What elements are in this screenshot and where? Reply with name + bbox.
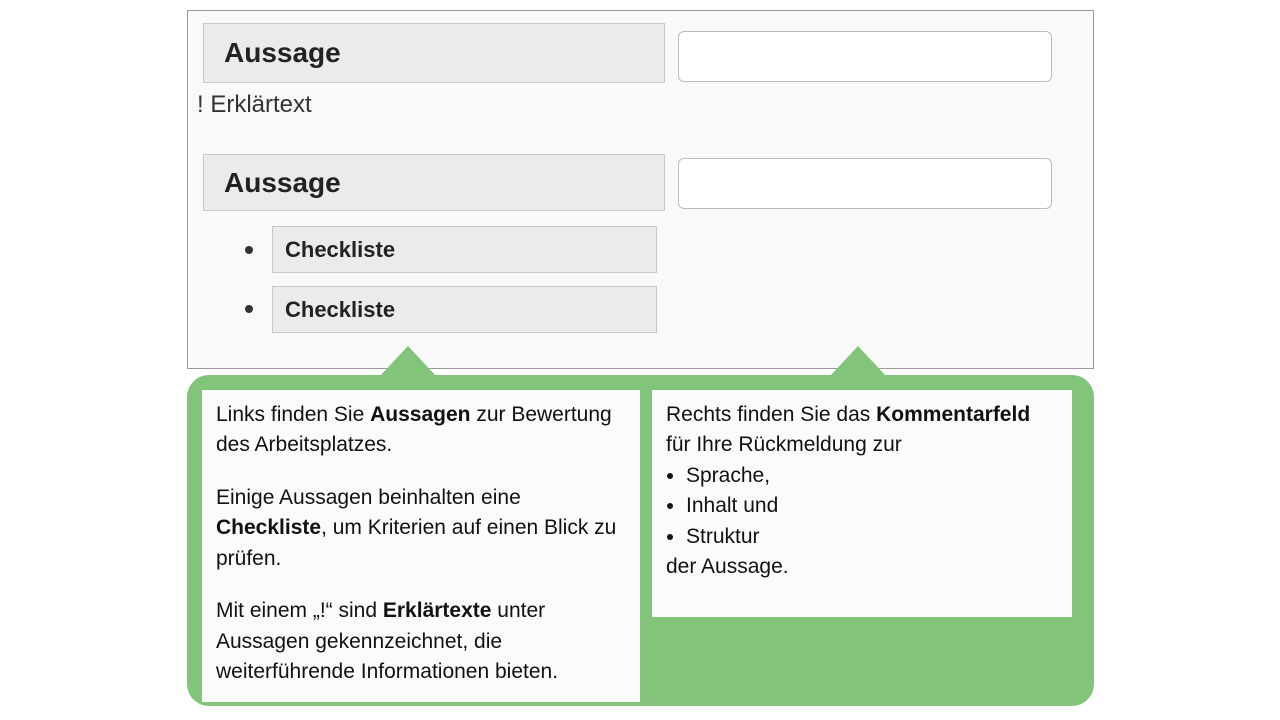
list-item: Struktur <box>686 522 1058 552</box>
text: Rechts finden Sie das <box>666 403 876 426</box>
bold-erklaertexte: Erklärtexte <box>383 599 492 622</box>
text: Einige Aussagen beinhalten eine <box>216 486 521 509</box>
bullet-icon <box>245 246 253 254</box>
bold-checkliste: Checkliste <box>216 516 321 539</box>
bullet-icon <box>245 305 253 313</box>
bold-aussagen: Aussagen <box>370 403 470 426</box>
text: Mit einem „!“ sind <box>216 599 383 622</box>
bold-kommentarfeld: Kommentarfeld <box>876 403 1030 426</box>
erklaertext-label: ! Erklärtext <box>197 91 312 119</box>
callout-pointer-right-icon <box>830 346 886 376</box>
list-item: Inhalt und <box>686 491 1058 521</box>
callout-left-card: Links finden Sie Aussagen zur Bewertung … <box>202 390 640 702</box>
feedback-list: Sprache, Inhalt und Struktur <box>686 461 1058 552</box>
aussage-header-1: Aussage <box>203 23 665 83</box>
checkliste-item-1: Checkliste <box>272 226 657 273</box>
aussage-header-2: Aussage <box>203 154 665 211</box>
text: der Aussage. <box>666 552 1058 582</box>
list-item: Sprache, <box>686 461 1058 491</box>
callout-pointer-left-icon <box>380 346 436 376</box>
text: Links finden Sie <box>216 403 370 426</box>
example-panel: Aussage ! Erklärtext Aussage Checkliste … <box>187 10 1094 369</box>
checkliste-item-2: Checkliste <box>272 286 657 333</box>
comment-field-2[interactable] <box>678 158 1052 209</box>
comment-field-1[interactable] <box>678 31 1052 82</box>
callout-right-card: Rechts finden Sie das Kommentarfeld für … <box>652 390 1072 617</box>
info-callout: Links finden Sie Aussagen zur Bewertung … <box>187 375 1094 706</box>
text: für Ihre Rückmeldung zur <box>666 433 902 456</box>
